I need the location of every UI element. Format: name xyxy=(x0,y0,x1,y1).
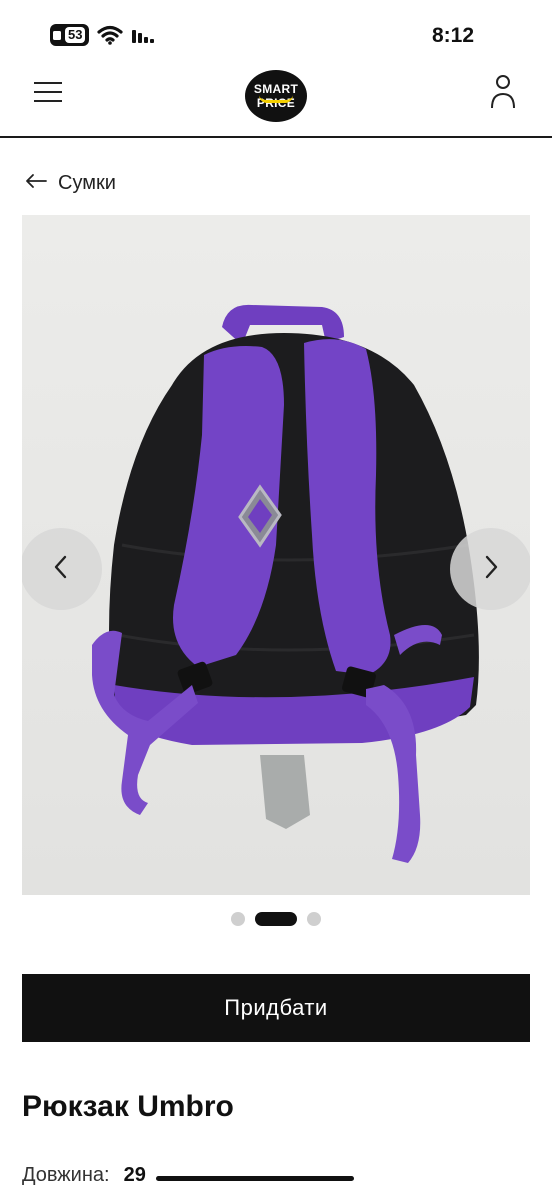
wifi-icon xyxy=(97,25,124,45)
product-gallery[interactable] xyxy=(22,215,530,895)
logo[interactable]: SMART PRICE xyxy=(245,70,307,122)
sim-number: 53 xyxy=(65,27,86,43)
cell-signal-icon xyxy=(131,26,155,44)
pagination-dot[interactable] xyxy=(231,912,245,926)
back-link[interactable]: Сумки xyxy=(24,172,116,195)
sim-icon: 53 xyxy=(50,24,90,46)
spec-label: Довжина: xyxy=(22,1164,110,1186)
gallery-next-button[interactable] xyxy=(450,528,530,610)
arrow-left-icon xyxy=(24,172,48,195)
pagination-dot[interactable] xyxy=(307,912,321,926)
site-header: SMART PRICE xyxy=(0,70,552,138)
logo-line-1: SMART xyxy=(253,82,299,96)
clock: 8:12 xyxy=(431,24,474,47)
menu-icon[interactable] xyxy=(34,80,64,106)
buy-button[interactable]: Придбати xyxy=(22,974,530,1042)
status-indicators: 53 xyxy=(50,24,155,46)
chevron-left-icon xyxy=(51,553,71,586)
product-title: Рюкзак Umbro xyxy=(22,1090,234,1123)
status-bar: 53 8:12 xyxy=(0,0,552,70)
gallery-pagination xyxy=(0,912,552,926)
chevron-right-icon xyxy=(481,553,501,586)
spec-underline xyxy=(155,1176,354,1181)
spec-row: Довжина: 29 xyxy=(22,1164,354,1187)
user-icon[interactable] xyxy=(488,72,518,112)
logo-line-2: PRICE xyxy=(256,96,296,110)
back-link-label: Сумки xyxy=(58,172,116,194)
gallery-prev-button[interactable] xyxy=(22,528,102,610)
spec-value: 29 xyxy=(123,1164,146,1186)
pagination-dot-active[interactable] xyxy=(255,912,297,926)
